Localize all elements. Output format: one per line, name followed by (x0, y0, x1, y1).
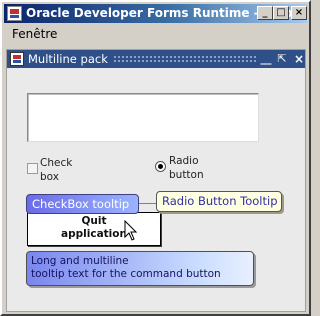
arrow-pointer-icon (124, 220, 138, 241)
inner-maximize-button[interactable]: ⇱ (275, 52, 289, 66)
application-window: Oracle Developer Forms Runtime - Web _ □… (0, 0, 311, 316)
tooltip-connector (139, 203, 157, 204)
window-title-bar[interactable]: Oracle Developer Forms Runtime - Web _ □… (4, 4, 307, 23)
checkbox-tooltip: CheckBox tooltip (26, 194, 139, 214)
checkbox[interactable] (27, 163, 38, 174)
menu-bar: Fenêtre (4, 25, 307, 43)
multiline-text-field[interactable] (27, 93, 259, 142)
minimize-button[interactable]: _ (257, 6, 273, 20)
menu-fenetre[interactable]: Fenêtre (12, 27, 57, 41)
title-bar-dots (113, 55, 256, 63)
app-icon (7, 6, 22, 21)
maximize-button[interactable]: □ (273, 6, 289, 20)
inner-close-button[interactable]: × (292, 52, 306, 66)
inner-window-title: Multiline pack (28, 52, 108, 66)
window-title: Oracle Developer Forms Runtime - Web (26, 6, 293, 20)
checkbox-label: Check box (40, 157, 73, 183)
quit-application-button[interactable]: Quit application (27, 212, 161, 246)
inner-minimize-button[interactable]: ⎽ (259, 52, 273, 66)
radio-button[interactable] (155, 161, 166, 172)
close-button[interactable]: × (291, 6, 307, 20)
radio-button-label: Radio button (169, 155, 204, 181)
quit-button-tooltip: Long and multiline tooltip text for the … (26, 251, 254, 286)
inner-title-bar[interactable]: Multiline pack ⎽ ⇱ × (7, 50, 305, 68)
radio-button-tooltip: Radio Button Tooltip (156, 191, 282, 212)
inner-window-icon (10, 52, 24, 66)
inner-window: Multiline pack ⎽ ⇱ × Check box Radio but… (6, 49, 306, 312)
